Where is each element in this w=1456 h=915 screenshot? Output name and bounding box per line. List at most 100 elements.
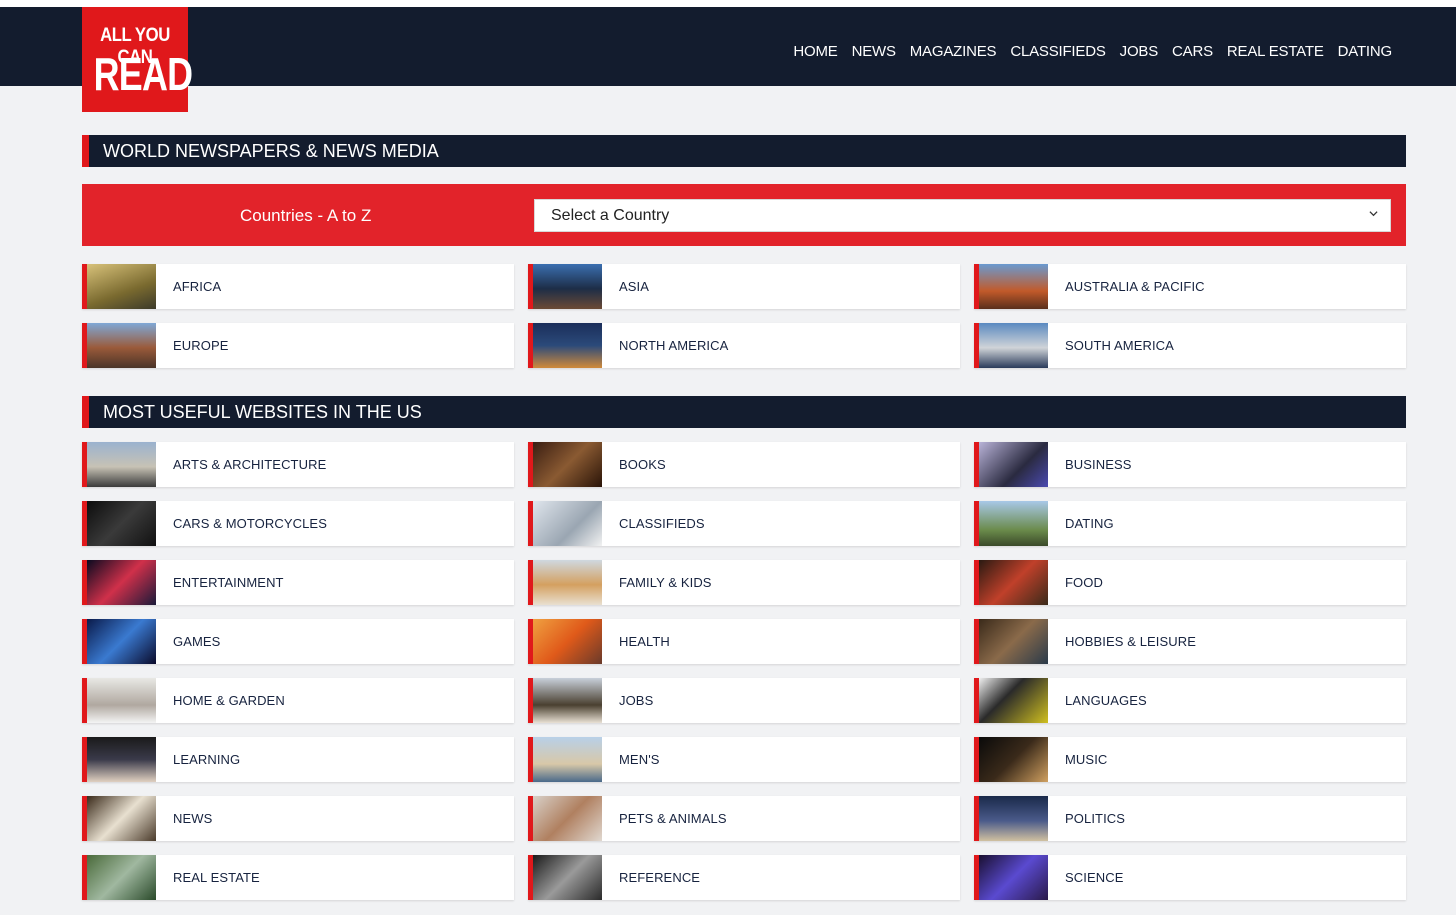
card-thumbnail[interactable]	[87, 619, 156, 664]
card-thumbnail[interactable]	[87, 855, 156, 900]
card-label[interactable]: HOME & GARDEN	[173, 693, 285, 708]
card-cars-and-motorcycles[interactable]: CARS & MOTORCYCLES	[82, 501, 514, 546]
card-jobs[interactable]: JOBS	[528, 678, 960, 723]
card-label[interactable]: LEARNING	[173, 752, 240, 767]
card-thumbnail[interactable]	[533, 501, 602, 546]
card-south-america[interactable]: SOUTH AMERICA	[974, 323, 1406, 368]
card-label[interactable]: DATING	[1065, 516, 1114, 531]
card-thumbnail[interactable]	[979, 560, 1048, 605]
nav-magazines[interactable]: MAGAZINES	[910, 43, 997, 60]
card-dating[interactable]: DATING	[974, 501, 1406, 546]
card-label[interactable]: AUSTRALIA & PACIFIC	[1065, 279, 1205, 294]
nav-home[interactable]: HOME	[793, 43, 837, 60]
card-pets-and-animals[interactable]: PETS & ANIMALS	[528, 796, 960, 841]
card-thumbnail[interactable]	[87, 442, 156, 487]
card-thumbnail[interactable]	[533, 796, 602, 841]
card-label[interactable]: AFRICA	[173, 279, 221, 294]
card-music[interactable]: MUSIC	[974, 737, 1406, 782]
card-label[interactable]: REAL ESTATE	[173, 870, 260, 885]
card-thumbnail[interactable]	[979, 501, 1048, 546]
card-arts-and-architecture[interactable]: ARTS & ARCHITECTURE	[82, 442, 514, 487]
card-label[interactable]: SCIENCE	[1065, 870, 1124, 885]
card-label[interactable]: ARTS & ARCHITECTURE	[173, 457, 326, 472]
nav-classifieds[interactable]: CLASSIFIEDS	[1010, 43, 1106, 60]
card-games[interactable]: GAMES	[82, 619, 514, 664]
card-thumbnail[interactable]	[533, 323, 602, 368]
card-label[interactable]: FOOD	[1065, 575, 1103, 590]
card-languages[interactable]: LANGUAGES	[974, 678, 1406, 723]
card-science[interactable]: SCIENCE	[974, 855, 1406, 900]
card-label[interactable]: JOBS	[619, 693, 653, 708]
card-label[interactable]: MEN'S	[619, 752, 660, 767]
card-reference[interactable]: REFERENCE	[528, 855, 960, 900]
card-thumbnail[interactable]	[87, 323, 156, 368]
card-label[interactable]: ASIA	[619, 279, 649, 294]
card-mens[interactable]: MEN'S	[528, 737, 960, 782]
card-europe[interactable]: EUROPE	[82, 323, 514, 368]
card-health[interactable]: HEALTH	[528, 619, 960, 664]
card-label[interactable]: MUSIC	[1065, 752, 1107, 767]
card-label[interactable]: CLASSIFIEDS	[619, 516, 705, 531]
card-news[interactable]: NEWS	[82, 796, 514, 841]
card-thumbnail[interactable]	[979, 619, 1048, 664]
card-thumbnail[interactable]	[87, 264, 156, 309]
card-label[interactable]: POLITICS	[1065, 811, 1125, 826]
card-label[interactable]: BUSINESS	[1065, 457, 1132, 472]
nav-jobs[interactable]: JOBS	[1120, 43, 1159, 60]
card-home-and-garden[interactable]: HOME & GARDEN	[82, 678, 514, 723]
card-books[interactable]: BOOKS	[528, 442, 960, 487]
card-thumbnail[interactable]	[979, 737, 1048, 782]
card-thumbnail[interactable]	[533, 264, 602, 309]
card-thumbnail[interactable]	[87, 678, 156, 723]
card-australia-and-pacific[interactable]: AUSTRALIA & PACIFIC	[974, 264, 1406, 309]
card-thumbnail[interactable]	[533, 619, 602, 664]
card-thumbnail[interactable]	[979, 678, 1048, 723]
card-thumbnail[interactable]	[533, 855, 602, 900]
card-thumbnail[interactable]	[87, 737, 156, 782]
card-entertainment[interactable]: ENTERTAINMENT	[82, 560, 514, 605]
card-thumbnail[interactable]	[87, 796, 156, 841]
card-thumbnail[interactable]	[979, 323, 1048, 368]
nav-dating[interactable]: DATING	[1338, 43, 1393, 60]
card-thumbnail[interactable]	[87, 501, 156, 546]
card-north-america[interactable]: NORTH AMERICA	[528, 323, 960, 368]
card-label[interactable]: NORTH AMERICA	[619, 338, 728, 353]
card-label[interactable]: REFERENCE	[619, 870, 700, 885]
card-politics[interactable]: POLITICS	[974, 796, 1406, 841]
card-real-estate[interactable]: REAL ESTATE	[82, 855, 514, 900]
card-thumbnail[interactable]	[979, 855, 1048, 900]
card-label[interactable]: HEALTH	[619, 634, 670, 649]
card-label[interactable]: NEWS	[173, 811, 212, 826]
card-thumbnail[interactable]	[87, 560, 156, 605]
card-label[interactable]: BOOKS	[619, 457, 666, 472]
card-label[interactable]: SOUTH AMERICA	[1065, 338, 1174, 353]
card-label[interactable]: GAMES	[173, 634, 220, 649]
card-thumbnail[interactable]	[533, 678, 602, 723]
nav-news[interactable]: NEWS	[852, 43, 896, 60]
card-food[interactable]: FOOD	[974, 560, 1406, 605]
card-label[interactable]: EUROPE	[173, 338, 229, 353]
nav-cars[interactable]: CARS	[1172, 43, 1213, 60]
card-thumbnail[interactable]	[533, 442, 602, 487]
card-label[interactable]: FAMILY & KIDS	[619, 575, 712, 590]
card-learning[interactable]: LEARNING	[82, 737, 514, 782]
card-label[interactable]: LANGUAGES	[1065, 693, 1147, 708]
card-thumbnail[interactable]	[979, 442, 1048, 487]
card-label[interactable]: PETS & ANIMALS	[619, 811, 727, 826]
card-family-and-kids[interactable]: FAMILY & KIDS	[528, 560, 960, 605]
card-label[interactable]: ENTERTAINMENT	[173, 575, 284, 590]
card-asia[interactable]: ASIA	[528, 264, 960, 309]
card-label[interactable]: HOBBIES & LEISURE	[1065, 634, 1196, 649]
card-hobbies-and-leisure[interactable]: HOBBIES & LEISURE	[974, 619, 1406, 664]
card-thumbnail[interactable]	[979, 264, 1048, 309]
site-logo[interactable]: ALL YOU CAN READ	[82, 7, 193, 112]
card-business[interactable]: BUSINESS	[974, 442, 1406, 487]
card-thumbnail[interactable]	[533, 560, 602, 605]
card-label[interactable]: CARS & MOTORCYCLES	[173, 516, 327, 531]
card-africa[interactable]: AFRICA	[82, 264, 514, 309]
card-thumbnail[interactable]	[533, 737, 602, 782]
card-thumbnail[interactable]	[979, 796, 1048, 841]
country-select[interactable]: Select a Country	[534, 199, 1391, 232]
card-classifieds[interactable]: CLASSIFIEDS	[528, 501, 960, 546]
nav-real-estate[interactable]: REAL ESTATE	[1227, 43, 1324, 60]
